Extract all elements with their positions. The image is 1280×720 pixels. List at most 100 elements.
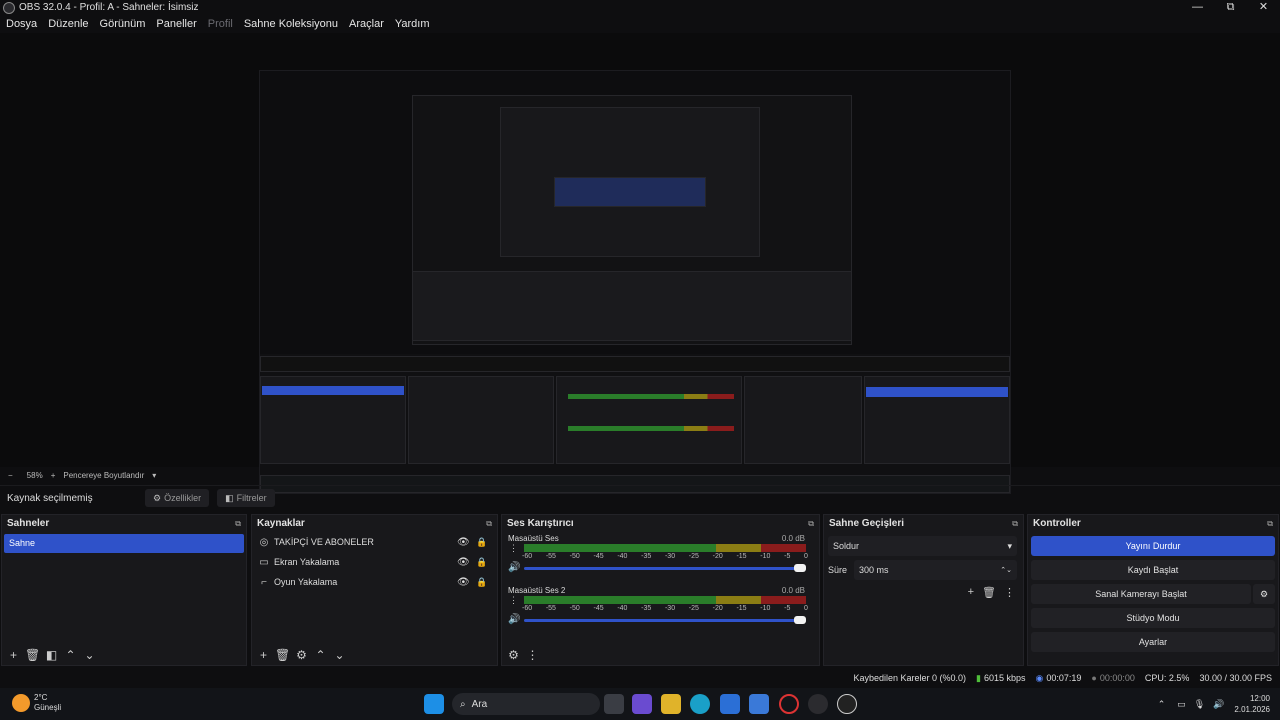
add-icon[interactable]: +	[968, 586, 974, 599]
volume-icon[interactable]: 🔊	[1213, 699, 1224, 710]
volume-slider[interactable]	[524, 619, 804, 622]
visibility-icon[interactable]: 👁	[457, 557, 470, 568]
volume-slider-handle[interactable]	[794, 564, 806, 572]
filter-icon[interactable]: ◧	[44, 648, 59, 662]
meter-tick-label: -25	[688, 605, 699, 612]
signal-icon: ▮	[976, 672, 981, 683]
app-icon[interactable]	[632, 694, 652, 714]
zoom-out-button[interactable]: −	[8, 471, 13, 480]
lock-icon[interactable]: 🔒	[476, 557, 487, 568]
menu-help[interactable]: Yardım	[395, 18, 430, 30]
sources-title: Kaynaklar	[257, 518, 305, 529]
undock-icon[interactable]: ⧉	[235, 519, 241, 529]
speaker-icon[interactable]: 🔊	[508, 614, 520, 625]
unreal-icon[interactable]	[837, 694, 857, 714]
lock-icon[interactable]: 🔒	[476, 537, 487, 548]
source-name: TAKİPÇİ VE ABONELER	[274, 537, 374, 547]
visibility-icon[interactable]: 👁	[457, 537, 470, 548]
settings-button[interactable]: Ayarlar	[1031, 632, 1275, 652]
duration-value: 300 ms	[859, 565, 889, 575]
meter-tick-label: -55	[545, 605, 556, 612]
add-icon[interactable]: +	[6, 648, 21, 662]
filters-button[interactable]: ◧ Filtreler	[217, 489, 275, 507]
advanced-audio-icon[interactable]: ⚙	[506, 648, 521, 662]
mail-icon[interactable]	[749, 694, 769, 714]
add-icon[interactable]: +	[256, 648, 271, 662]
virtual-camera-settings-button[interactable]: ⚙	[1253, 584, 1275, 604]
maximize-button[interactable]: ⧉	[1214, 0, 1247, 15]
gear-icon[interactable]: ⚙	[294, 648, 309, 662]
move-down-icon[interactable]: ⌄	[82, 648, 97, 662]
start-recording-button[interactable]: Kaydı Başlat	[1031, 560, 1275, 580]
store-icon[interactable]	[720, 694, 740, 714]
monitor-icon: ▭	[259, 556, 269, 568]
close-button[interactable]: ✕	[1247, 0, 1280, 15]
task-view-icon[interactable]	[604, 694, 624, 714]
menu-tools[interactable]: Araçlar	[349, 18, 384, 30]
obs-taskbar-icon[interactable]	[808, 694, 828, 714]
kebab-menu-icon[interactable]: ⋮	[509, 595, 518, 606]
scenes-title: Sahneler	[7, 518, 50, 529]
kebab-menu-icon[interactable]: ⋮	[509, 543, 518, 554]
source-item[interactable]: ◎ TAKİPÇİ VE ABONELER 👁 🔒	[252, 532, 497, 552]
move-up-icon[interactable]: ⌃	[313, 648, 328, 662]
taskbar-search[interactable]: ⌕ Ara	[452, 693, 600, 715]
menu-edit[interactable]: Düzenle	[48, 18, 88, 30]
menu-scene-collection[interactable]: Sahne Koleksiyonu	[244, 18, 338, 30]
speaker-icon[interactable]: 🔊	[508, 562, 520, 573]
minimize-button[interactable]: —	[1181, 0, 1214, 15]
stop-stream-button[interactable]: Yayını Durdur	[1031, 536, 1275, 556]
meter-tick-label: -30	[664, 553, 676, 560]
preview-area[interactable]	[0, 33, 1280, 494]
undock-icon[interactable]: ⧉	[808, 519, 814, 529]
transitions-title: Sahne Geçişleri	[829, 518, 905, 529]
start-virtual-camera-button[interactable]: Sanal Kamerayı Başlat	[1031, 584, 1251, 604]
trash-icon[interactable]: 🗑	[275, 648, 290, 662]
meter-tick-label: -50	[569, 605, 580, 612]
lock-icon[interactable]: 🔒	[476, 577, 487, 588]
browser-icon: ◎	[259, 536, 269, 548]
move-down-icon[interactable]: ⌄	[332, 648, 347, 662]
move-up-icon[interactable]: ⌃	[63, 648, 78, 662]
windows-start-icon[interactable]	[424, 694, 444, 714]
volume-meter	[524, 544, 806, 552]
weather-widget[interactable]: 2°C Güneşli	[12, 693, 61, 713]
chevron-up-icon[interactable]: ⌃	[1158, 699, 1166, 710]
studio-mode-button[interactable]: Stüdyo Modu	[1031, 608, 1275, 628]
edge-browser-icon[interactable]	[690, 694, 710, 714]
spin-arrows-icon[interactable]: ⌃⌄	[1000, 566, 1012, 574]
volume-slider[interactable]	[524, 567, 804, 570]
menu-file[interactable]: Dosya	[6, 18, 37, 30]
microphone-icon[interactable]: 🎙	[1194, 699, 1205, 710]
kebab-menu-icon[interactable]: ⋮	[1004, 586, 1015, 599]
trash-icon[interactable]: 🗑	[982, 586, 996, 599]
zoom-mode-dropdown-icon[interactable]: ▾	[152, 471, 156, 480]
trash-icon[interactable]: 🗑	[25, 648, 40, 662]
scene-item[interactable]: Sahne	[4, 534, 244, 553]
opera-icon[interactable]	[779, 694, 799, 714]
transition-select[interactable]: Soldur ▾	[828, 536, 1017, 556]
zoom-mode-label[interactable]: Pencereye Boyutlandır	[63, 471, 144, 480]
clock[interactable]: 12:00 2.01.2026	[1234, 693, 1270, 715]
undock-icon[interactable]: ⧉	[486, 519, 492, 529]
visibility-icon[interactable]: 👁	[457, 577, 470, 588]
kebab-menu-icon[interactable]: ⋮	[525, 648, 540, 662]
channel-name: Masaüstü Ses	[508, 534, 559, 543]
zoom-in-button[interactable]: +	[51, 471, 56, 480]
menu-view[interactable]: Görünüm	[100, 18, 146, 30]
undock-icon[interactable]: ⧉	[1012, 519, 1018, 529]
menu-docks[interactable]: Paneller	[156, 18, 196, 30]
search-placeholder: Ara	[471, 698, 488, 710]
source-item[interactable]: ⌐ Oyun Yakalama 👁 🔒	[252, 572, 497, 592]
undock-icon[interactable]: ⧉	[1267, 519, 1273, 529]
menu-profile[interactable]: Profil	[208, 18, 233, 30]
properties-button[interactable]: ⚙ Özellikler	[145, 489, 210, 507]
channel-db: 0.0 dB	[781, 586, 805, 595]
duration-spinbox[interactable]: 300 ms ⌃⌄	[854, 560, 1017, 580]
meter-tick-label: -25	[688, 553, 699, 560]
file-explorer-icon[interactable]	[661, 694, 681, 714]
source-item[interactable]: ▭ Ekran Yakalama 👁 🔒	[252, 552, 497, 572]
meter-tick-label: -35	[641, 605, 652, 612]
network-icon[interactable]: ▭	[1177, 699, 1186, 710]
volume-slider-handle[interactable]	[794, 616, 806, 624]
